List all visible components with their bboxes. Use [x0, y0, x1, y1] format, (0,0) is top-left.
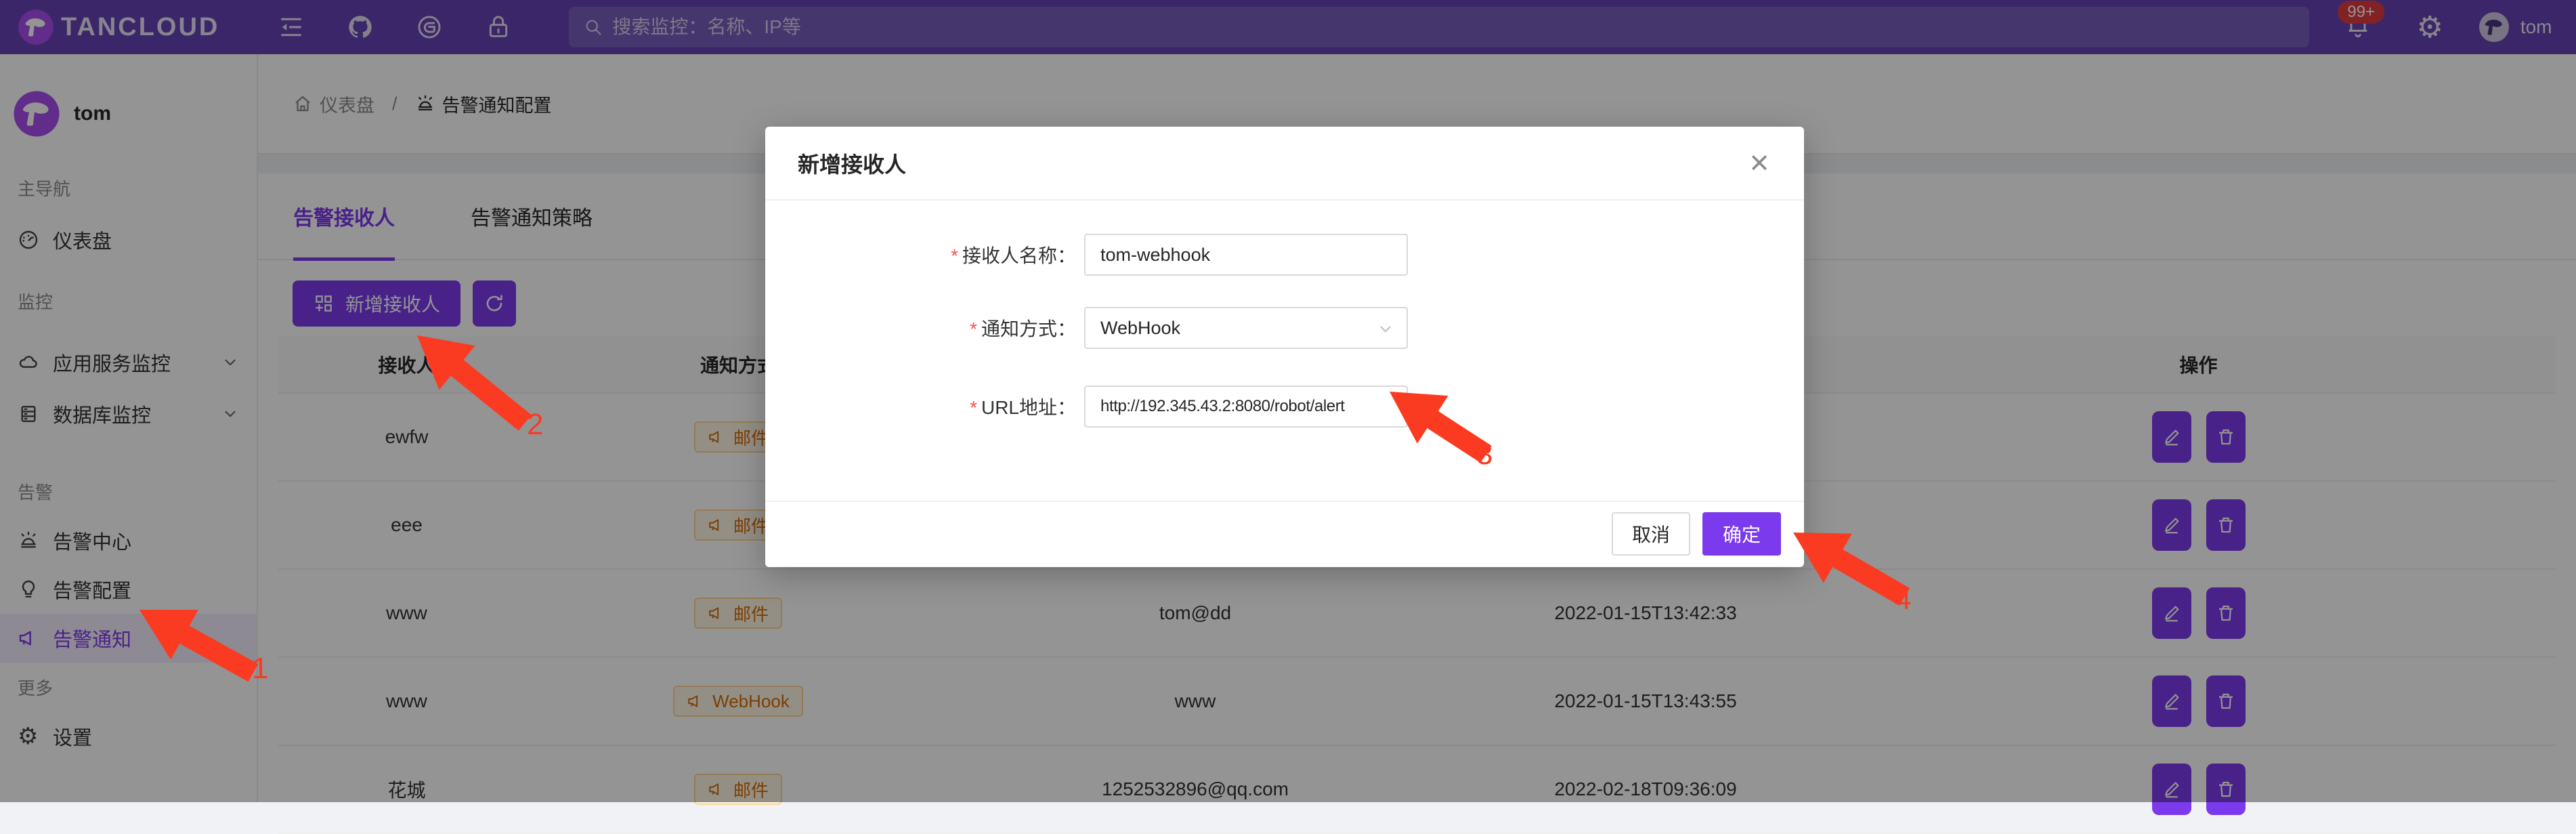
notice-method-label: *通知方式： [765, 314, 1076, 341]
add-recipient-modal: 新增接收人 ✕ *接收人名称： *通知方式： WebHook *URL地址： 取… [765, 127, 1804, 567]
url-input[interactable] [1100, 397, 1392, 416]
close-icon[interactable]: ✕ [1742, 146, 1777, 181]
notice-method-select[interactable]: WebHook [1084, 307, 1408, 349]
cancel-button[interactable]: 取消 [1612, 512, 1690, 556]
confirm-button[interactable]: 确定 [1702, 512, 1781, 556]
chevron-down-icon [1377, 320, 1394, 338]
recipient-name-input[interactable] [1100, 245, 1392, 266]
url-label: *URL地址： [765, 393, 1076, 420]
recipient-name-label: *接收人名称： [765, 241, 1076, 268]
modal-title: 新增接收人 [798, 148, 906, 179]
